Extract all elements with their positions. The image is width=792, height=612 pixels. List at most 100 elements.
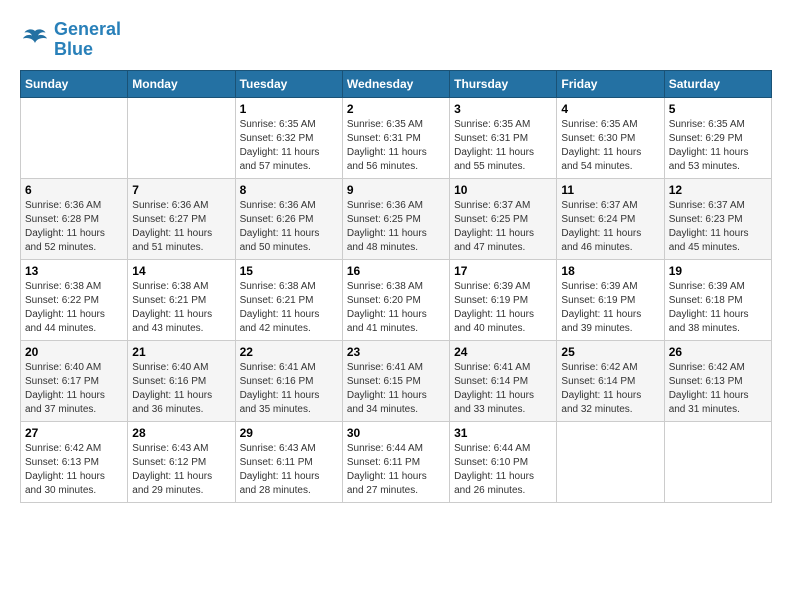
- calendar-cell: 1Sunrise: 6:35 AM Sunset: 6:32 PM Daylig…: [235, 97, 342, 178]
- calendar-cell: [21, 97, 128, 178]
- calendar-table: SundayMondayTuesdayWednesdayThursdayFrid…: [20, 70, 772, 503]
- calendar-cell: [128, 97, 235, 178]
- calendar-cell: 15 Sunrise: 6:38 AM Sunset: 6:21 PM Dayli…: [235, 259, 342, 340]
- weekday-header-sunday: Sunday: [21, 70, 128, 97]
- day-number: 18: [561, 264, 659, 278]
- week-row-2: 6Sunrise: 6:36 AM Sunset: 6:28 PM Daylig…: [21, 178, 772, 259]
- calendar-cell: 27 Sunrise: 6:42 AM Sunset: 6:13 PM Dayli…: [21, 421, 128, 502]
- calendar-cell: 29Sunrise: 6:43 AM Sunset: 6:11 PM Dayli…: [235, 421, 342, 502]
- weekday-header-wednesday: Wednesday: [342, 70, 449, 97]
- week-row-4: 20 Sunrise: 6:40 AM Sunset: 6:17 PM Dayli…: [21, 340, 772, 421]
- calendar-cell: 18 Sunrise: 6:39 AM Sunset: 6:19 PM Dayli…: [557, 259, 664, 340]
- day-number: 12: [669, 183, 767, 197]
- day-number: 24: [454, 345, 552, 359]
- weekday-header-thursday: Thursday: [450, 70, 557, 97]
- calendar-cell: 2 Sunrise: 6:35 AM Sunset: 6:31 PM Daylig…: [342, 97, 449, 178]
- day-info: Sunrise: 6:42 AM Sunset: 6:14 PM Dayligh…: [561, 361, 659, 417]
- day-info: Sunrise: 6:35 AM Sunset: 6:29 PM Dayligh…: [669, 118, 767, 174]
- week-row-3: 13 Sunrise: 6:38 AM Sunset: 6:22 PM Dayli…: [21, 259, 772, 340]
- day-info: Sunrise: 6:38 AM Sunset: 6:20 PM Dayligh…: [347, 280, 445, 336]
- day-info: Sunrise: 6:36 AM Sunset: 6:26 PM Dayligh…: [240, 199, 338, 255]
- day-number: 8: [240, 183, 338, 197]
- day-info: Sunrise: 6:37 AM Sunset: 6:23 PM Dayligh…: [669, 199, 767, 255]
- day-number: 23: [347, 345, 445, 359]
- day-number: 3: [454, 102, 552, 116]
- calendar-cell: [557, 421, 664, 502]
- day-number: 14: [132, 264, 230, 278]
- day-number: 26: [669, 345, 767, 359]
- day-number: 19: [669, 264, 767, 278]
- calendar-cell: 9 Sunrise: 6:36 AM Sunset: 6:25 PM Daylig…: [342, 178, 449, 259]
- calendar-cell: 21Sunrise: 6:40 AM Sunset: 6:16 PM Dayli…: [128, 340, 235, 421]
- calendar-cell: 28 Sunrise: 6:43 AM Sunset: 6:12 PM Dayli…: [128, 421, 235, 502]
- day-info: Sunrise: 6:43 AM Sunset: 6:11 PM Dayligh…: [240, 442, 338, 498]
- calendar-cell: 25 Sunrise: 6:42 AM Sunset: 6:14 PM Dayli…: [557, 340, 664, 421]
- day-info: Sunrise: 6:44 AM Sunset: 6:10 PM Dayligh…: [454, 442, 552, 498]
- calendar-cell: 12 Sunrise: 6:37 AM Sunset: 6:23 PM Dayli…: [664, 178, 771, 259]
- calendar-cell: 23 Sunrise: 6:41 AM Sunset: 6:15 PM Dayli…: [342, 340, 449, 421]
- day-info: Sunrise: 6:38 AM Sunset: 6:21 PM Dayligh…: [132, 280, 230, 336]
- day-info: Sunrise: 6:42 AM Sunset: 6:13 PM Dayligh…: [669, 361, 767, 417]
- calendar-cell: 10Sunrise: 6:37 AM Sunset: 6:25 PM Dayli…: [450, 178, 557, 259]
- weekday-header-row: SundayMondayTuesdayWednesdayThursdayFrid…: [21, 70, 772, 97]
- day-info: Sunrise: 6:38 AM Sunset: 6:21 PM Dayligh…: [240, 280, 338, 336]
- day-info: Sunrise: 6:37 AM Sunset: 6:24 PM Dayligh…: [561, 199, 659, 255]
- day-number: 11: [561, 183, 659, 197]
- calendar-cell: 31 Sunrise: 6:44 AM Sunset: 6:10 PM Dayli…: [450, 421, 557, 502]
- calendar-cell: 17 Sunrise: 6:39 AM Sunset: 6:19 PM Dayli…: [450, 259, 557, 340]
- week-row-5: 27 Sunrise: 6:42 AM Sunset: 6:13 PM Dayli…: [21, 421, 772, 502]
- day-info: Sunrise: 6:36 AM Sunset: 6:25 PM Dayligh…: [347, 199, 445, 255]
- day-number: 17: [454, 264, 552, 278]
- day-number: 30: [347, 426, 445, 440]
- day-info: Sunrise: 6:39 AM Sunset: 6:18 PM Dayligh…: [669, 280, 767, 336]
- day-number: 4: [561, 102, 659, 116]
- day-number: 31: [454, 426, 552, 440]
- day-info: Sunrise: 6:35 AM Sunset: 6:30 PM Dayligh…: [561, 118, 659, 174]
- day-number: 22: [240, 345, 338, 359]
- day-number: 15: [240, 264, 338, 278]
- calendar-cell: 5 Sunrise: 6:35 AM Sunset: 6:29 PM Daylig…: [664, 97, 771, 178]
- day-number: 25: [561, 345, 659, 359]
- calendar-cell: 20 Sunrise: 6:40 AM Sunset: 6:17 PM Dayli…: [21, 340, 128, 421]
- day-number: 13: [25, 264, 123, 278]
- weekday-header-tuesday: Tuesday: [235, 70, 342, 97]
- calendar-cell: 19 Sunrise: 6:39 AM Sunset: 6:18 PM Dayli…: [664, 259, 771, 340]
- calendar-cell: 7Sunrise: 6:36 AM Sunset: 6:27 PM Daylig…: [128, 178, 235, 259]
- day-info: Sunrise: 6:36 AM Sunset: 6:27 PM Dayligh…: [132, 199, 230, 255]
- day-info: Sunrise: 6:39 AM Sunset: 6:19 PM Dayligh…: [454, 280, 552, 336]
- day-info: Sunrise: 6:43 AM Sunset: 6:12 PM Dayligh…: [132, 442, 230, 498]
- calendar-cell: 3 Sunrise: 6:35 AM Sunset: 6:31 PM Daylig…: [450, 97, 557, 178]
- weekday-header-saturday: Saturday: [664, 70, 771, 97]
- day-number: 5: [669, 102, 767, 116]
- day-number: 9: [347, 183, 445, 197]
- day-number: 20: [25, 345, 123, 359]
- day-number: 16: [347, 264, 445, 278]
- day-info: Sunrise: 6:35 AM Sunset: 6:31 PM Dayligh…: [454, 118, 552, 174]
- day-info: Sunrise: 6:42 AM Sunset: 6:13 PM Dayligh…: [25, 442, 123, 498]
- calendar-cell: 16 Sunrise: 6:38 AM Sunset: 6:20 PM Dayli…: [342, 259, 449, 340]
- day-info: Sunrise: 6:36 AM Sunset: 6:28 PM Dayligh…: [25, 199, 123, 255]
- day-info: Sunrise: 6:41 AM Sunset: 6:15 PM Dayligh…: [347, 361, 445, 417]
- weekday-header-friday: Friday: [557, 70, 664, 97]
- day-number: 2: [347, 102, 445, 116]
- day-info: Sunrise: 6:41 AM Sunset: 6:16 PM Dayligh…: [240, 361, 338, 417]
- calendar-cell: 13 Sunrise: 6:38 AM Sunset: 6:22 PM Dayli…: [21, 259, 128, 340]
- day-info: Sunrise: 6:35 AM Sunset: 6:31 PM Dayligh…: [347, 118, 445, 174]
- day-info: Sunrise: 6:40 AM Sunset: 6:17 PM Dayligh…: [25, 361, 123, 417]
- calendar-cell: 4 Sunrise: 6:35 AM Sunset: 6:30 PM Daylig…: [557, 97, 664, 178]
- logo: General Blue: [20, 20, 121, 60]
- day-number: 28: [132, 426, 230, 440]
- day-info: Sunrise: 6:44 AM Sunset: 6:11 PM Dayligh…: [347, 442, 445, 498]
- calendar-cell: 6Sunrise: 6:36 AM Sunset: 6:28 PM Daylig…: [21, 178, 128, 259]
- page-header: General Blue: [20, 20, 772, 60]
- logo-text: General Blue: [54, 20, 121, 60]
- weekday-header-monday: Monday: [128, 70, 235, 97]
- calendar-cell: 26 Sunrise: 6:42 AM Sunset: 6:13 PM Dayli…: [664, 340, 771, 421]
- day-info: Sunrise: 6:39 AM Sunset: 6:19 PM Dayligh…: [561, 280, 659, 336]
- day-number: 1: [240, 102, 338, 116]
- day-number: 27: [25, 426, 123, 440]
- day-info: Sunrise: 6:38 AM Sunset: 6:22 PM Dayligh…: [25, 280, 123, 336]
- day-number: 21: [132, 345, 230, 359]
- week-row-1: 1Sunrise: 6:35 AM Sunset: 6:32 PM Daylig…: [21, 97, 772, 178]
- calendar-cell: [664, 421, 771, 502]
